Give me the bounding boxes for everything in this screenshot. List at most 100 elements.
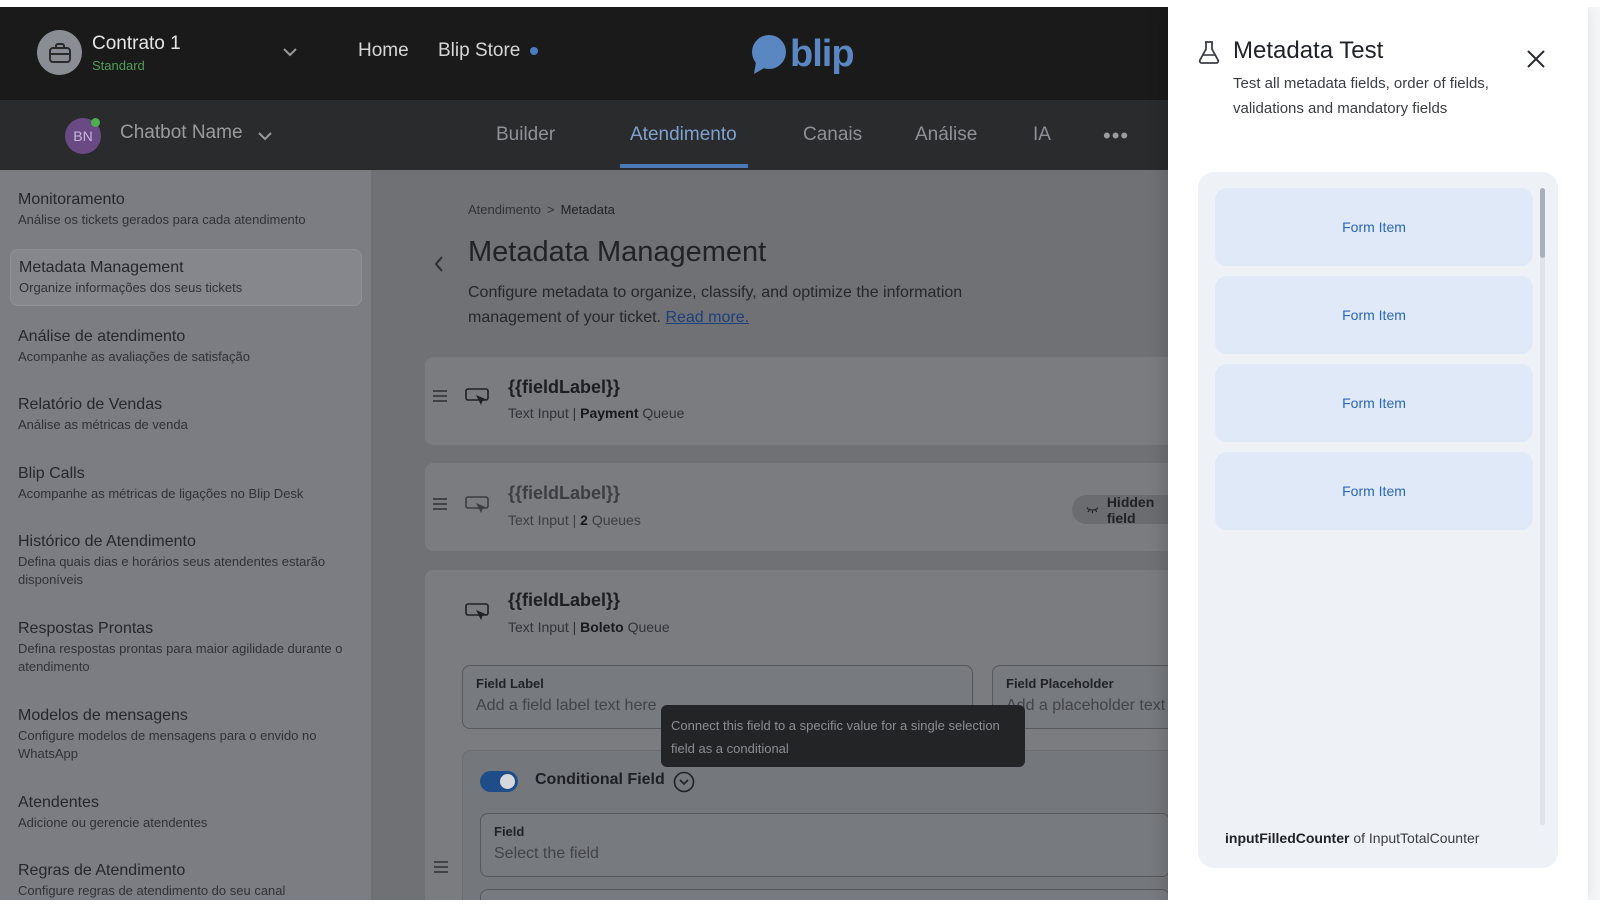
read-more-link[interactable]: Read more. [665, 309, 749, 326]
tab-ia[interactable]: IA [1033, 124, 1051, 146]
sidebar-item-desc: Defina respostas prontas para maior agil… [18, 641, 343, 674]
conditional-tooltip: Connect this field to a specific value f… [661, 705, 1025, 767]
question-icon[interactable] [673, 771, 695, 798]
form-item[interactable]: Form Item [1215, 276, 1533, 354]
hidden-field-badge: Hidden field [1072, 494, 1168, 526]
sidebar-item-desc: Acompanhe as métricas de ligações no Bli… [18, 486, 304, 501]
field-meta-separator: | [572, 619, 577, 635]
field-queue: 2 [580, 512, 588, 528]
sidebar-item-desc: Configure modelos de mensagens para o en… [18, 728, 317, 761]
sidebar-item-desc: Defina quais dias e horários seus atende… [18, 554, 326, 587]
toggle-knob [500, 774, 515, 789]
field-meta: Text Input | Payment Queue [508, 405, 684, 421]
tab-canais[interactable]: Canais [803, 124, 862, 146]
field-queue-suffix: Queues [591, 512, 641, 528]
sidebar-item-title: Respostas Prontas [18, 620, 154, 637]
back-arrow-icon[interactable] [433, 255, 445, 278]
counter-total: InputTotalCounter [1368, 830, 1480, 846]
sidebar-item-blip-calls[interactable]: Blip Calls Acompanhe as métricas de liga… [10, 456, 362, 511]
field-label: {{fieldLabel}} [508, 590, 621, 610]
conditional-field-section: Conditional Field Field Select the field [462, 750, 1168, 900]
eye-closed-icon [1086, 506, 1099, 513]
sidebar-item-relatorio-vendas[interactable]: Relatório de Vendas Análise as métricas … [10, 387, 362, 442]
field-type: Text Input [508, 512, 569, 528]
tab-analise[interactable]: Análise [915, 124, 977, 146]
scrollbar-thumb[interactable] [1540, 188, 1545, 258]
contract-selector[interactable]: Contrato 1 Standard [37, 30, 181, 75]
sidebar-item-metadata-management[interactable]: Metadata Management Organize informações… [10, 249, 362, 306]
notification-dot [530, 47, 539, 55]
nav-store-link[interactable]: Blip Store [438, 40, 539, 62]
contract-name: Contrato 1 [92, 32, 181, 54]
metadata-field-card[interactable]: {{fieldLabel}} Text Input | 2 Queues Hid… [425, 463, 1168, 551]
field-meta: Text Input | 2 Queues [508, 512, 641, 528]
breadcrumb: Atendimento > Metadata [468, 202, 615, 217]
speech-bubble-icon [752, 34, 786, 74]
conditional-toggle[interactable] [480, 771, 518, 792]
drag-handle-icon[interactable] [434, 860, 448, 878]
sidebar-item-modelos-mensagens[interactable]: Modelos de mensagens Configure modelos d… [10, 698, 362, 771]
field-label: {{fieldLabel}} [508, 483, 621, 503]
cursor-click-icon [465, 387, 489, 412]
close-icon[interactable] [1524, 47, 1548, 71]
sidebar-item-desc: Configure regras de atendimento do seu c… [18, 883, 286, 898]
conditional-field-select[interactable]: Field Select the field [480, 813, 1168, 877]
sidebar-item-desc: Análise os tickets gerados para cada ate… [18, 212, 306, 227]
field-meta-separator: | [572, 512, 577, 528]
field-label: {{fieldLabel}} [508, 377, 621, 397]
scrollbar-track[interactable] [1540, 188, 1545, 825]
cursor-click-icon [465, 495, 489, 520]
sidebar-item-desc: Organize informações dos seus tickets [19, 280, 243, 295]
cursor-click-icon [465, 602, 489, 627]
nav-home-link[interactable]: Home [358, 40, 409, 62]
sidebar-item-title: Blip Calls [18, 465, 85, 482]
top-bar: Contrato 1 Standard Home Blip Store blip [0, 7, 1168, 100]
active-tab-indicator [620, 164, 748, 168]
sidebar-item-title: Relatório de Vendas [18, 396, 163, 413]
breadcrumb-separator: > [547, 202, 555, 217]
chatbot-name[interactable]: Chatbot Name [120, 122, 243, 144]
conditional-value-input[interactable] [480, 889, 1168, 900]
more-options-icon[interactable]: ••• [1103, 123, 1129, 149]
tab-atendimento[interactable]: Atendimento [630, 124, 737, 146]
chevron-down-icon[interactable] [282, 44, 298, 62]
field-type: Text Input [508, 405, 569, 421]
metadata-field-card[interactable]: {{fieldLabel}} Text Input | Payment Queu… [425, 357, 1168, 445]
sidebar: Monitoramento Análise os tickets gerados… [0, 170, 371, 900]
tab-builder[interactable]: Builder [496, 124, 555, 146]
field-queue-suffix: Queue [642, 405, 685, 421]
input-counter: inputFilledCounter of InputTotalCounter [1225, 830, 1479, 846]
sidebar-item-title: Monitoramento [18, 191, 125, 208]
field-queue-suffix: Queue [627, 619, 670, 635]
drag-handle-icon[interactable] [433, 389, 447, 407]
sidebar-item-monitoramento[interactable]: Monitoramento Análise os tickets gerados… [10, 182, 362, 237]
breadcrumb-current: Metadata [560, 202, 615, 217]
sidebar-item-regras[interactable]: Regras de Atendimento Configure regras d… [10, 853, 362, 900]
sidebar-item-desc: Adicione ou gerencie atendentes [18, 815, 208, 830]
field-queue: Payment [580, 405, 639, 421]
input-placeholder: Add a placeholder text [1006, 697, 1166, 714]
contract-text: Contrato 1 Standard [92, 33, 181, 73]
sidebar-item-historico[interactable]: Histórico de Atendimento Defina quais di… [10, 524, 362, 597]
form-item[interactable]: Form Item [1215, 188, 1533, 266]
briefcase-icon [37, 30, 82, 75]
form-item[interactable]: Form Item [1215, 364, 1533, 442]
sidebar-item-title: Modelos de mensagens [18, 707, 188, 724]
chevron-down-icon[interactable] [257, 128, 273, 146]
form-item[interactable]: Form Item [1215, 452, 1533, 530]
counter-filled: inputFilledCounter [1225, 830, 1350, 846]
input-placeholder: Select the field [494, 845, 599, 862]
sidebar-item-analise-atendimento[interactable]: Análise de atendimento Acompanhe as aval… [10, 319, 362, 374]
form-preview-panel: Form Item Form Item Form Item Form Item … [1198, 172, 1558, 868]
drag-handle-icon[interactable] [433, 497, 447, 515]
sidebar-item-desc: Análise as métricas de venda [18, 417, 188, 432]
sub-nav-bar: BN Chatbot Name Builder Atendimento Cana… [0, 100, 1168, 170]
sidebar-item-title: Metadata Management [19, 259, 184, 276]
field-queue: Boleto [580, 619, 624, 635]
sidebar-item-title: Regras de Atendimento [18, 862, 186, 879]
sidebar-item-atendentes[interactable]: Atendentes Adicione ou gerencie atendent… [10, 785, 362, 840]
breadcrumb-parent[interactable]: Atendimento [468, 202, 541, 217]
sidebar-item-respostas-prontas[interactable]: Respostas Prontas Defina respostas pront… [10, 611, 362, 684]
page-title: Metadata Management [468, 236, 767, 268]
sidebar-item-title: Histórico de Atendimento [18, 533, 196, 550]
